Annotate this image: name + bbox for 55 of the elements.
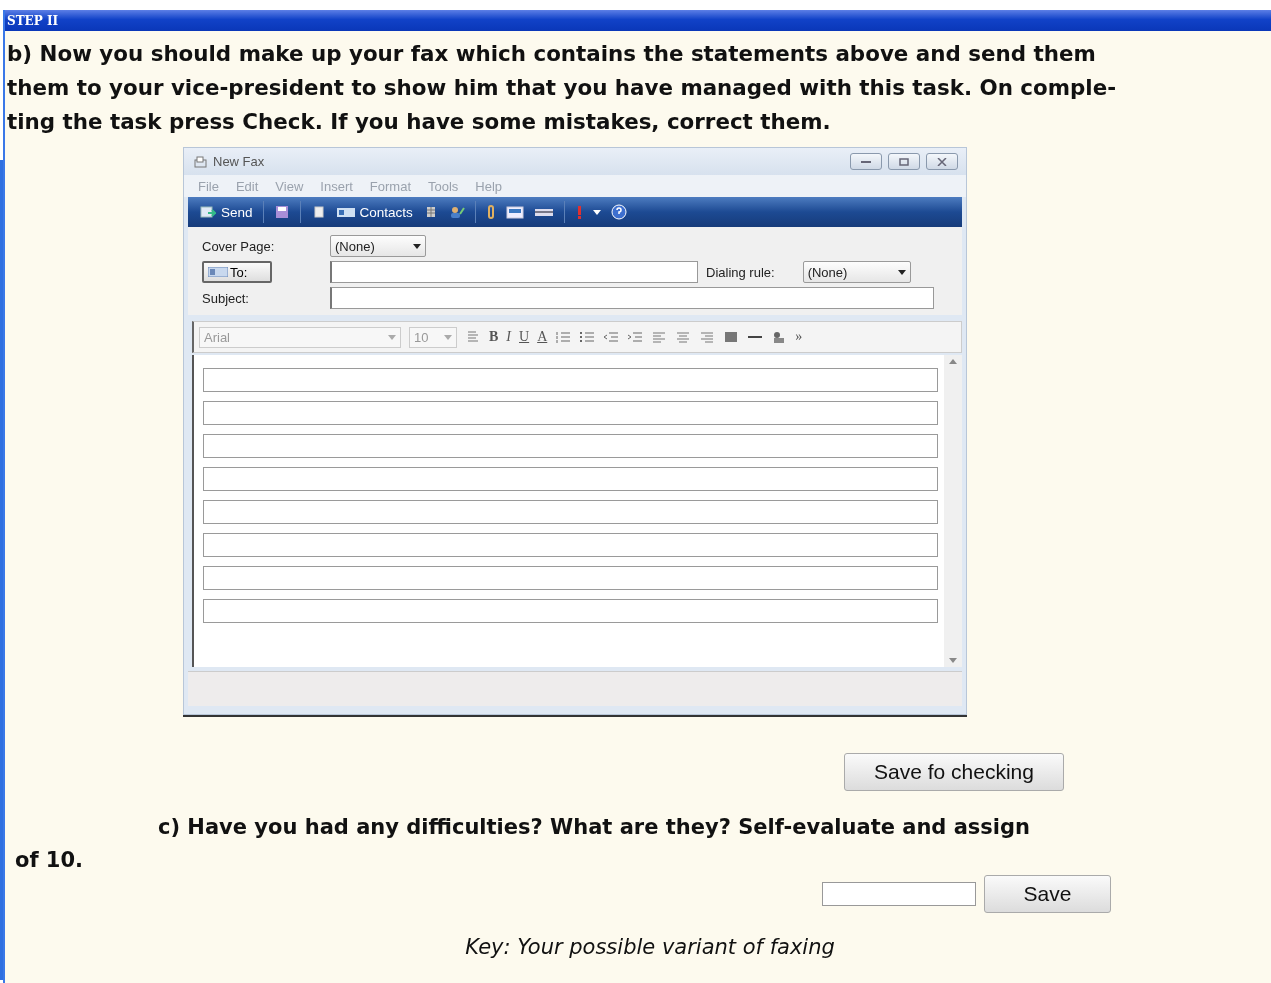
dropdown-arrow-icon (388, 334, 396, 340)
field-label: Dialing rule: (706, 264, 775, 280)
instruction-text: them to your vice-president to show him that you have managed with this task. On comple- (7, 74, 1118, 102)
save-button[interactable]: Save (984, 875, 1111, 913)
save-icon[interactable] (273, 204, 290, 220)
font-color-button[interactable]: A (537, 329, 548, 345)
minimize-button[interactable] (850, 153, 882, 170)
instruction-text: b) Now you should make up your fax which contains the statements above and send them (7, 40, 1097, 68)
send-button[interactable]: Send (200, 204, 253, 220)
score-field[interactable] (822, 882, 976, 906)
close-button[interactable] (926, 153, 958, 170)
send-icon (200, 205, 216, 219)
question-text: c) Have you had any difficulties? What are they? Self-evaluate and assign of 10. (15, 814, 1032, 874)
maximize-button[interactable] (888, 153, 920, 170)
outdent-icon[interactable] (603, 330, 620, 344)
dialing-rule-dropdown[interactable]: (None) (802, 261, 911, 283)
underline-button[interactable]: U (519, 329, 530, 345)
maximize-icon (899, 157, 909, 166)
scroll-up-icon[interactable] (949, 359, 957, 364)
bullet-list-icon[interactable] (579, 330, 596, 344)
step-title: STEP II (5, 10, 1271, 31)
paperclip-icon[interactable] (485, 204, 496, 220)
to-button[interactable]: To: (202, 261, 272, 283)
more-button[interactable]: » (795, 329, 803, 345)
dropdown-arrow-icon[interactable] (592, 209, 601, 215)
contact-card-icon (208, 267, 228, 277)
align-right-icon[interactable] (699, 330, 716, 344)
image-icon[interactable] (505, 204, 524, 220)
dropdown-arrow-icon (897, 269, 906, 275)
dropdown-arrow-icon (413, 243, 421, 249)
scrollbar[interactable] (944, 355, 962, 667)
contacts-button[interactable]: Contacts (336, 204, 413, 220)
cover-page-dropdown[interactable]: (None) (330, 235, 426, 257)
subject-field[interactable] (330, 287, 934, 309)
indent-icon[interactable] (627, 330, 644, 344)
people-icon[interactable] (448, 204, 465, 220)
numbered-list-icon[interactable] (555, 330, 572, 344)
instruction-text: ting the task press Check. If you have some mistakes, correct them. (7, 108, 832, 136)
fax-icon (194, 155, 207, 168)
key-note: Key: Your possible variant of faxing (464, 935, 836, 959)
paragraph-icon[interactable] (465, 330, 481, 344)
field-label: Cover Page: (202, 238, 276, 254)
bold-button[interactable]: B (489, 329, 499, 345)
close-icon (937, 157, 947, 166)
align-center-icon[interactable] (675, 330, 692, 344)
scroll-down-icon[interactable] (949, 658, 957, 663)
to-field[interactable] (330, 261, 698, 283)
italic-button[interactable]: I (506, 329, 511, 345)
dropdown-arrow-icon (444, 334, 452, 340)
field-label: Subject: (202, 290, 250, 306)
help-icon[interactable] (610, 204, 627, 220)
contact-card-icon (336, 206, 355, 218)
window-title: New Fax (213, 154, 266, 169)
align-left-icon[interactable] (651, 330, 668, 344)
save-for-checking-button[interactable]: Save fo checking (844, 753, 1064, 791)
